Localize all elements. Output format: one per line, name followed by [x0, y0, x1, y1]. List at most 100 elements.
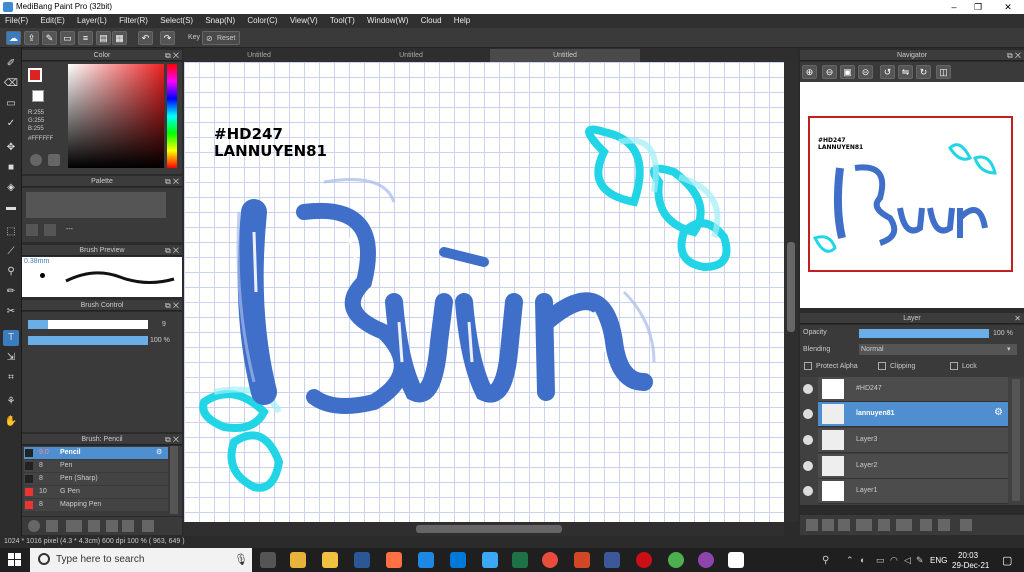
- brush-delete-icon[interactable]: [142, 520, 154, 532]
- lasso-tool-icon[interactable]: ✓: [3, 116, 19, 132]
- layer-row-layer2[interactable]: Layer2: [818, 454, 1008, 479]
- rotate-right-icon[interactable]: ↻: [916, 65, 931, 79]
- upload-icon[interactable]: ⇪: [24, 31, 39, 45]
- palette-area[interactable]: [26, 192, 166, 218]
- foreground-color-swatch[interactable]: [28, 68, 42, 82]
- app-icon-2[interactable]: [418, 552, 434, 568]
- navigator-viewport-frame[interactable]: #HD247 LANNUYEN81: [808, 116, 1013, 272]
- panel-close-icon[interactable]: ⧉ ✕: [1007, 50, 1021, 61]
- brush-item-pen[interactable]: 8 Pen: [24, 460, 168, 472]
- tray-app-icon[interactable]: ◐: [860, 555, 865, 565]
- chrome-icon[interactable]: [542, 552, 558, 568]
- excel-icon[interactable]: [512, 552, 528, 568]
- select-rect-icon[interactable]: ▭: [3, 96, 19, 112]
- delete-palette-icon[interactable]: [44, 224, 56, 236]
- new-layer-1bit-icon[interactable]: [838, 519, 850, 531]
- h-scroll-thumb[interactable]: [416, 525, 562, 533]
- tray-chevron-up-icon[interactable]: ⌃: [846, 555, 854, 566]
- layer-row-layer3[interactable]: Layer3: [818, 428, 1008, 453]
- layer-row-lannuyen81[interactable]: lannuyen81 ⚙: [818, 402, 1008, 427]
- layer-settings-icon[interactable]: ⚙: [994, 407, 1003, 418]
- layer-list-scrollbar[interactable]: [1012, 379, 1020, 501]
- brush-folder-icon[interactable]: [106, 520, 118, 532]
- menu-edit[interactable]: Edit(E): [35, 14, 69, 27]
- menu-select[interactable]: Select(S): [155, 14, 198, 27]
- brush-opacity-slider[interactable]: [28, 336, 148, 345]
- eyedropper-icon[interactable]: ⚲: [3, 264, 19, 280]
- notifications-icon[interactable]: ▢: [1002, 554, 1012, 567]
- layer-opacity-slider[interactable]: [859, 329, 989, 338]
- bucket-tool-icon[interactable]: ◈: [3, 180, 19, 196]
- menu-layer[interactable]: Layer(L): [72, 14, 112, 27]
- tab-untitled-2[interactable]: Untitled: [336, 49, 486, 62]
- taskbar-search-input[interactable]: Type here to search 🎙: [30, 548, 252, 572]
- brush-item-g-pen[interactable]: 10 G Pen: [24, 486, 168, 498]
- clipping-checkbox[interactable]: [878, 362, 886, 370]
- facebook-icon[interactable]: [604, 552, 620, 568]
- menu-snap[interactable]: Snap(N): [200, 14, 240, 27]
- actual-size-icon[interactable]: ⊝: [858, 65, 873, 79]
- close-button[interactable]: ✕: [994, 0, 1022, 14]
- magic-wand-icon[interactable]: ⟋: [3, 244, 19, 260]
- eraser-tool-icon[interactable]: ⌫: [3, 76, 19, 92]
- task-view-icon[interactable]: [260, 552, 276, 568]
- reset-button[interactable]: ⊘ Reset: [202, 31, 240, 45]
- pen-icon[interactable]: ✎: [916, 555, 924, 566]
- menu-tool[interactable]: Tool(T): [325, 14, 360, 27]
- rotate-left-icon[interactable]: ↺: [880, 65, 895, 79]
- fit-window-icon[interactable]: ▣: [840, 65, 855, 79]
- menu-color[interactable]: Color(C): [242, 14, 282, 27]
- page-icon[interactable]: ▤: [96, 31, 111, 45]
- menu-filter[interactable]: Filter(R): [114, 14, 153, 27]
- menu-view[interactable]: View(V): [285, 14, 323, 27]
- gradient-tool-icon[interactable]: ▬: [3, 200, 19, 216]
- tab-untitled-1[interactable]: Untitled: [184, 49, 334, 62]
- select-pen-icon[interactable]: ✏: [3, 284, 19, 300]
- brush-settings-icon[interactable]: ⚙: [156, 448, 162, 456]
- layer-row-layer1[interactable]: Layer1: [818, 479, 1008, 504]
- app-icon-1[interactable]: [386, 552, 402, 568]
- medibang-taskbar-icon[interactable]: [728, 552, 744, 568]
- panel-close-icon[interactable]: ⧉ ✕: [165, 50, 179, 61]
- zoom-in-icon[interactable]: ⊕: [802, 65, 817, 79]
- chrome-profile-icon[interactable]: [668, 552, 684, 568]
- background-color-swatch[interactable]: [32, 90, 44, 102]
- select-tool-icon[interactable]: ⬚: [3, 224, 19, 240]
- new-layer-8bit-icon[interactable]: [822, 519, 834, 531]
- fill-rect-icon[interactable]: ■: [3, 160, 19, 176]
- reset-view-icon[interactable]: ◫: [936, 65, 951, 79]
- color-wheel-icon[interactable]: [30, 154, 42, 166]
- menu-file[interactable]: File(F): [0, 14, 33, 27]
- layer-menu-icon[interactable]: [896, 519, 912, 531]
- brush-item-pencil[interactable]: 9.0 Pencil ⚙: [24, 447, 168, 459]
- canvas-vertical-scrollbar[interactable]: [784, 62, 798, 522]
- brush-tool-icon[interactable]: ✐: [3, 56, 19, 72]
- chat-icon[interactable]: ▭: [60, 31, 75, 45]
- text-tool-icon[interactable]: T: [3, 330, 19, 346]
- language-indicator[interactable]: ENG: [930, 556, 947, 565]
- messenger-icon[interactable]: [698, 552, 714, 568]
- menu-cloud[interactable]: Cloud: [416, 14, 447, 27]
- brush-doc-icon[interactable]: [88, 520, 100, 532]
- undo-icon[interactable]: ↶: [138, 31, 153, 45]
- hand-tool-icon[interactable]: ✋: [3, 414, 19, 430]
- delete-layer-icon[interactable]: [960, 519, 972, 531]
- redo-icon[interactable]: ↷: [160, 31, 175, 45]
- duplicate-layer-icon[interactable]: [920, 519, 932, 531]
- layer-row-hd247[interactable]: #HD247: [818, 377, 1008, 402]
- windows-start-icon[interactable]: [8, 553, 22, 567]
- drawing-canvas[interactable]: #HD247 LANNUYEN81: [184, 62, 784, 522]
- new-palette-icon[interactable]: [26, 224, 38, 236]
- brush-size-slider[interactable]: [28, 320, 148, 329]
- halftone-layer-icon[interactable]: [856, 519, 872, 531]
- edge-icon[interactable]: [450, 552, 466, 568]
- layer-visibility-icon[interactable]: [803, 409, 813, 419]
- tray-icon[interactable]: ⚲: [822, 555, 829, 566]
- layer-visibility-icon[interactable]: [803, 461, 813, 471]
- flip-icon[interactable]: ⇋: [898, 65, 913, 79]
- menu-window[interactable]: Window(W): [362, 14, 413, 27]
- brush-item-mapping-pen[interactable]: 8 Mapping Pen: [24, 499, 168, 511]
- volume-icon[interactable]: ◁: [904, 555, 911, 566]
- panel-close-icon[interactable]: ⧉ ✕: [165, 176, 179, 187]
- microphone-icon[interactable]: 🎙: [234, 548, 248, 572]
